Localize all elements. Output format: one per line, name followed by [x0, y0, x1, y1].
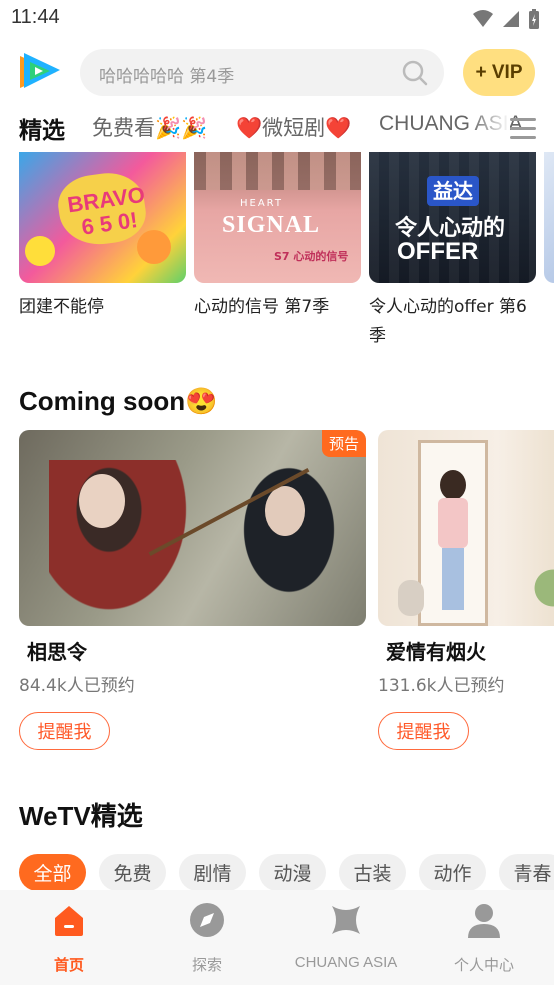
home-icon	[55, 906, 83, 936]
chip-anime[interactable]: 动漫	[259, 854, 326, 891]
chip-free[interactable]: 免费	[99, 854, 166, 891]
category-tabs: 精选 免费看🎉🎉 ❤️微短剧❤️ CHUANG ASIA	[0, 106, 554, 152]
wifi-icon	[473, 10, 493, 27]
coming-soon-heading: Coming soon😍	[19, 386, 218, 416]
card-title: 心动的信号 第7季	[194, 297, 330, 317]
list-item[interactable]: SIGNAL HEART S7 心动的信号 心动的信号 第7季	[194, 152, 361, 322]
nav-label: 个人中心	[453, 956, 514, 974]
list-item[interactable]: BRAVO 6 5 0! 团建不能停	[19, 152, 186, 322]
app-screen: 11:44 哈哈哈哈哈 第4季 + VIP 精选 免费看🎉🎉 ❤️微短剧❤️ C…	[0, 0, 554, 985]
remind-me-button[interactable]: 提醒我	[19, 712, 110, 750]
list-item[interactable]: 益达 令人心动的 OFFER 令人心动的offer 第6季	[369, 152, 536, 351]
chip-all[interactable]: 全部	[19, 854, 86, 891]
tab-micro-drama[interactable]: ❤️微短剧❤️	[236, 112, 351, 142]
chip-drama[interactable]: 剧情	[179, 854, 246, 891]
battery-icon	[529, 9, 539, 29]
vip-button[interactable]: + VIP	[463, 49, 535, 96]
nav-label: CHUANG ASIA	[294, 954, 398, 971]
poster-image	[378, 430, 554, 626]
header: 哈哈哈哈哈 第4季 + VIP	[0, 44, 554, 104]
list-item[interactable]: 预告 相思令 84.4k人已预约 提醒我	[19, 430, 366, 750]
search-icon[interactable]	[402, 60, 428, 86]
nav-chuang-asia[interactable]: CHUANG ASIA	[277, 890, 415, 985]
reservation-count: 84.4k人已预约	[19, 676, 135, 696]
poster-image: BRAVO 6 5 0!	[19, 152, 186, 283]
poster-image: 益达 令人心动的 OFFER	[369, 152, 536, 283]
nav-home[interactable]: 首页	[0, 890, 138, 985]
status-bar: 11:44	[0, 0, 554, 38]
bottom-navigation: 首页 探索 CHUANG ASIA 个人中心	[0, 890, 554, 985]
search-placeholder: 哈哈哈哈哈 第4季	[99, 67, 235, 87]
nav-profile[interactable]: 个人中心	[415, 890, 553, 985]
signal-icon	[503, 11, 519, 27]
coming-soon-list: 预告 相思令 84.4k人已预约 提醒我 爱情有烟火 131.6k人已预约 提醒…	[0, 430, 554, 760]
poster-image	[544, 152, 554, 283]
preview-badge: 预告	[321, 430, 366, 457]
person-icon	[468, 904, 500, 938]
show-title: 爱情有烟火	[386, 640, 486, 664]
chip-action[interactable]: 动作	[419, 854, 486, 891]
remind-me-button[interactable]: 提醒我	[378, 712, 469, 750]
menu-icon[interactable]	[510, 118, 536, 142]
search-bar[interactable]: 哈哈哈哈哈 第4季	[80, 49, 444, 96]
poster-image: SIGNAL HEART S7 心动的信号	[194, 152, 361, 283]
wetv-heading: WeTV精选	[19, 801, 143, 831]
compass-icon	[190, 903, 224, 937]
list-item[interactable]: 爱情有烟火 131.6k人已预约 提醒我	[378, 430, 554, 750]
status-icons	[472, 8, 540, 30]
show-title: 相思令	[27, 640, 87, 664]
tab-free[interactable]: 免费看🎉🎉	[92, 112, 207, 142]
chip-costume[interactable]: 古装	[339, 854, 406, 891]
card-title: 令人心动的offer 第6季	[369, 297, 527, 346]
list-item[interactable]	[544, 152, 554, 283]
chuang-asia-icon	[332, 906, 360, 934]
poster-image: 预告	[19, 430, 366, 626]
reservation-count: 131.6k人已预约	[378, 676, 505, 696]
nav-label: 探索	[191, 956, 222, 974]
status-time: 11:44	[11, 6, 60, 28]
top-row-list: BRAVO 6 5 0! 团建不能停 SIGNAL HEART S7 心动的信号 …	[0, 152, 554, 352]
nav-explore[interactable]: 探索	[138, 890, 276, 985]
tencent-video-logo-icon[interactable]	[16, 52, 62, 92]
nav-label: 首页	[53, 956, 84, 974]
genre-chips: 全部 免费 剧情 动漫 古装 动作 青春	[0, 854, 554, 894]
chip-youth[interactable]: 青春	[499, 854, 554, 891]
tab-featured[interactable]: 精选	[19, 111, 65, 145]
card-title: 团建不能停	[19, 297, 104, 317]
